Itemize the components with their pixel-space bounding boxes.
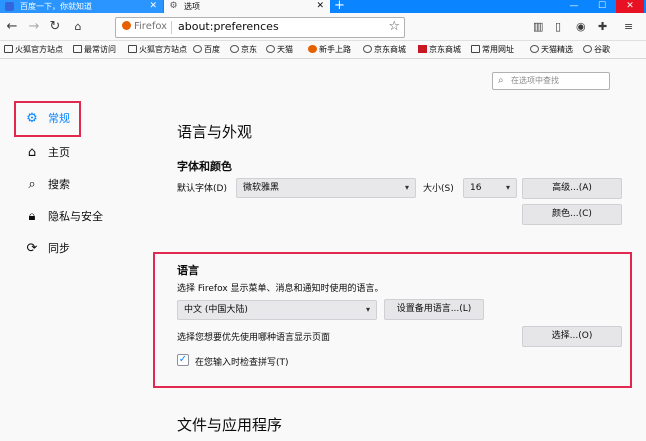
- choose-languages-button[interactable]: 选择...(O): [522, 326, 622, 347]
- globe-icon: [266, 45, 275, 53]
- url-separator: [171, 21, 172, 34]
- extension-icon[interactable]: ✚: [598, 20, 607, 33]
- font-size-label: 大小(S): [423, 184, 454, 194]
- default-font-select[interactable]: 微软雅黑 ▾: [236, 178, 416, 198]
- close-window-button[interactable]: ✕: [616, 0, 644, 13]
- chevron-down-icon: ▾: [365, 305, 370, 314]
- minimize-button[interactable]: —: [560, 0, 588, 13]
- bookmark-star-icon[interactable]: ☆: [388, 19, 400, 34]
- baidu-favicon-icon: [5, 2, 14, 11]
- menu-icon[interactable]: ≡: [624, 20, 633, 33]
- chevron-down-icon: ▾: [505, 183, 510, 192]
- globe-icon: [583, 45, 592, 53]
- bookmark-item[interactable]: 京东商城: [363, 43, 406, 57]
- bookmark-item[interactable]: 天猫精选: [530, 43, 573, 57]
- folder-icon: [128, 45, 137, 53]
- sidebar-item-privacy[interactable]: 🔒︎ 隐私与安全: [24, 206, 103, 228]
- language-description: 选择 Firefox 显示菜单、消息和通知时使用的语言。: [177, 284, 384, 294]
- colors-button[interactable]: 颜色...(C): [522, 204, 622, 225]
- globe-icon: [230, 45, 239, 53]
- back-arrow-icon[interactable]: ←: [4, 19, 20, 35]
- lock-icon: 🔒︎: [28, 209, 36, 224]
- section-title-language-appearance: 语言与外观: [177, 123, 253, 141]
- bookmarks-toolbar: 火狐官方站点 最常访问 火狐官方站点 百度 京东 天猫 新手上路 京东商城 京东…: [0, 41, 646, 59]
- bookmark-item[interactable]: 京东商城: [418, 43, 461, 57]
- folder-icon: [4, 45, 13, 53]
- close-tab-icon[interactable]: ✕: [316, 0, 324, 13]
- reload-icon[interactable]: ↻: [47, 19, 63, 35]
- bookmark-item[interactable]: 新手上路: [308, 43, 351, 57]
- home-icon: ⌂: [27, 145, 37, 160]
- bookmark-item[interactable]: 常用网址: [471, 43, 514, 57]
- search-input[interactable]: ⌕ 在选项中查找: [492, 72, 610, 90]
- account-icon[interactable]: ◉: [576, 20, 586, 33]
- language-heading: 语言: [177, 264, 199, 277]
- library-icon[interactable]: ▥: [533, 20, 543, 33]
- sidebar-item-sync[interactable]: ⟳ 同步: [24, 238, 70, 260]
- search-icon: ⌕: [28, 177, 36, 192]
- advanced-fonts-button[interactable]: 高级...(A): [522, 178, 622, 199]
- sidebar-item-general[interactable]: ⚙ 常规: [24, 108, 70, 130]
- home-icon[interactable]: ⌂: [70, 19, 86, 35]
- new-tab-icon[interactable]: +: [334, 0, 345, 12]
- sidebar-item-search[interactable]: ⌕ 搜索: [24, 174, 70, 196]
- tab-preferences[interactable]: ⚙ 选项 ✕: [164, 0, 330, 13]
- font-size-select[interactable]: 16 ▾: [463, 178, 517, 198]
- globe-icon: [530, 45, 539, 53]
- chevron-down-icon: ▾: [404, 183, 409, 192]
- globe-icon: [363, 45, 372, 53]
- url-text[interactable]: about:preferences: [178, 20, 279, 33]
- forward-arrow-icon[interactable]: →: [26, 19, 42, 35]
- search-icon: ⌕: [498, 75, 504, 86]
- bookmark-item[interactable]: 京东: [230, 43, 257, 57]
- sidebar-item-home[interactable]: ⌂ 主页: [24, 142, 70, 164]
- section-title-files-applications: 文件与应用程序: [177, 416, 283, 434]
- bookmark-item[interactable]: 火狐官方站点: [128, 43, 187, 57]
- sidebar-toggle-icon[interactable]: ▯: [555, 20, 561, 33]
- language-select[interactable]: 中文 (中国大陆) ▾: [177, 300, 377, 320]
- gear-icon: ⚙: [169, 1, 178, 11]
- url-bar[interactable]: Firefox about:preferences ☆: [115, 17, 405, 38]
- close-tab-icon[interactable]: ✕: [149, 0, 157, 13]
- spellcheck-checkbox[interactable]: ✓: [177, 354, 189, 366]
- tab-baidu[interactable]: 百度一下，你就知道 ✕: [0, 0, 163, 13]
- default-font-label: 默认字体(D): [177, 184, 227, 194]
- tab-strip: 百度一下，你就知道 ✕ ⚙ 选项 ✕ + — ☐ ✕: [0, 0, 646, 13]
- spellcheck-label: 在您输入时检查拼写(T): [195, 358, 289, 368]
- alternative-languages-button[interactable]: 设置备用语言...(L): [384, 299, 484, 320]
- page-language-label: 选择您想要优先使用哪种语言显示页面: [177, 333, 331, 343]
- firefox-icon: [122, 21, 131, 30]
- bookmark-item[interactable]: 谷歌: [583, 43, 610, 57]
- folder-icon: [471, 45, 480, 53]
- gear-icon: ⚙: [26, 111, 38, 126]
- folder-icon: [73, 45, 82, 53]
- search-placeholder: 在选项中查找: [511, 76, 559, 85]
- fonts-colors-heading: 字体和颜色: [177, 160, 232, 173]
- bookmark-item[interactable]: 火狐官方站点: [4, 43, 63, 57]
- firefox-icon: [308, 45, 317, 53]
- preferences-content: ⌕ 在选项中查找 ⚙ 常规 ⌂ 主页 ⌕ 搜索 🔒︎ 隐私与安全 ⟳ 同步 语言与外观 字…: [0, 60, 646, 441]
- bookmark-item[interactable]: 最常访问: [73, 43, 116, 57]
- bookmark-item[interactable]: 天猫: [266, 43, 293, 57]
- identity-badge[interactable]: Firefox: [122, 21, 167, 32]
- maximize-button[interactable]: ☐: [588, 0, 616, 13]
- jd-icon: [418, 45, 427, 53]
- tab-label: 百度一下，你就知道: [20, 2, 92, 11]
- globe-icon: [193, 45, 202, 53]
- bookmark-item[interactable]: 百度: [193, 43, 220, 57]
- sync-icon: ⟳: [26, 241, 38, 256]
- tab-label: 选项: [184, 2, 200, 11]
- navigation-bar: ← → ↻ ⌂ Firefox about:preferences ☆ ▥ ▯ …: [0, 13, 646, 41]
